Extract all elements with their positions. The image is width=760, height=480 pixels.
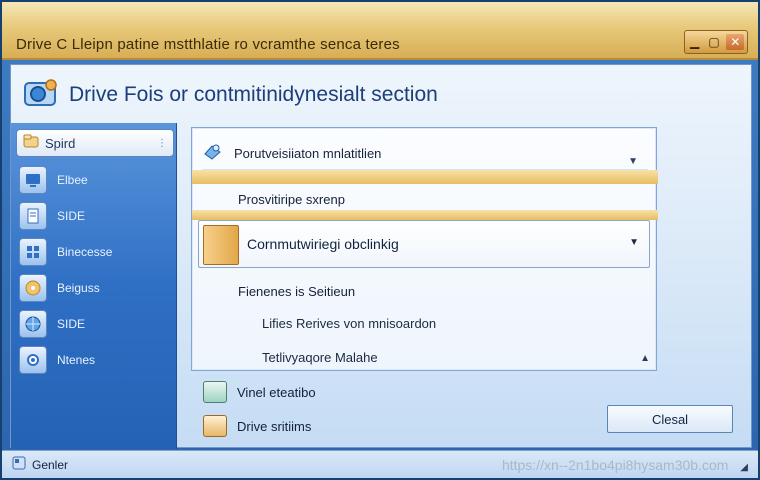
sidebar-item-2[interactable]: Binecesse [19,237,169,267]
disc-icon [19,274,47,302]
drive-icon [202,140,224,167]
bottom-option-1[interactable]: Vinel eteatibo [203,381,316,403]
watermark-text: https://xn--2n1bo4pi8hysam30b.com [501,456,729,473]
watermark-url: https://xn--2n1bo4pi8hysam30b.com ◢ [502,457,748,473]
sidebar-item-4[interactable]: SIDE [19,309,169,339]
combobox-value: Cornmutwiriegi obclinkig [247,236,399,252]
grip-icon: ⋮ [157,138,167,149]
sidebar-item-label: Beiguss [57,281,100,295]
section-label-2: Fienenes is Seitieun [238,284,356,299]
bottom-option-2[interactable]: Drive sritiims [203,415,311,437]
close-button[interactable]: Clesal [607,405,733,433]
document-icon [19,202,47,230]
content-area: Drive Fois or contmitinidynesialt sectio… [10,64,752,449]
scroll-up-icon[interactable]: ▲ [640,353,650,364]
drive-settings-icon [203,415,227,437]
list-item[interactable]: Tetlivyaqore Malahe [262,350,378,365]
monitor-icon [19,166,47,194]
status-label: Genler [32,457,69,472]
sidebar: Spird ⋮ Elbee SIDE Binecesse Beiguss SID… [11,123,177,449]
view-icon [203,381,227,403]
sidebar-item-3[interactable]: Beiguss [19,273,169,303]
bottom-option-label: Vinel eteatibo [237,384,316,400]
section-label-1: Prosvitiripe sxrenp [238,192,345,207]
list-item[interactable]: Lifies Rerives von mnisoardon [262,316,436,331]
sidebar-item-1[interactable]: SIDE [19,201,169,231]
grid-icon [19,238,47,266]
highlight-stripe [192,210,658,220]
folder-icon [23,133,39,154]
search-label: Spird [45,135,76,151]
sidebar-item-5[interactable]: Ntenes [19,345,169,375]
options-panel: Porutveisiiaton mnlatitlien ▼ Prosvitiri… [191,127,658,371]
top-dropdown[interactable]: Porutveisiiaton mnlatitlien ▼ [202,138,648,170]
status-left: Genler [12,456,68,473]
sidebar-search[interactable]: Spird ⋮ [16,129,174,157]
chevron-down-icon: ▼ [628,156,638,167]
status-bar: Genler https://xn--2n1bo4pi8hysam30b.com… [2,450,758,478]
settings-icon [19,346,47,374]
config-combobox[interactable]: Cornmutwiriegi obclinkig ▼ [198,220,650,268]
title-bar: Drive C Lleipn patine mstthlatie ro vcra… [2,2,758,60]
application-window: Drive C Lleipn patine mstthlatie ro vcra… [0,0,760,480]
sidebar-item-label: SIDE [57,317,86,331]
highlight-stripe [192,170,658,184]
sidebar-item-label: Binecesse [57,245,113,259]
sidebar-item-label: Elbee [57,173,88,187]
window-controls: ▁ ▢ ✕ [684,30,748,54]
maximize-button[interactable]: ▢ [707,35,721,49]
bottom-option-label: Drive sritiims [237,418,312,434]
sidebar-item-label: SIDE [57,209,86,223]
drive-header-icon [21,75,61,113]
sidebar-item-label: Ntenes [57,353,96,367]
top-dropdown-label: Porutveisiiaton mnlatitlien [234,146,382,161]
minimize-button[interactable]: ▁ [688,35,702,49]
close-window-button[interactable]: ✕ [726,34,745,50]
page-title: Drive Fois or contmitinidynesialt sectio… [69,83,438,106]
resize-grip-icon[interactable]: ◢ [740,462,748,473]
chevron-down-icon: ▼ [629,237,639,248]
window-title: Drive C Lleipn patine mstthlatie ro vcra… [16,36,400,53]
sidebar-item-0[interactable]: Elbee [19,165,169,195]
globe-icon [19,310,47,338]
folder-stack-icon [203,225,239,265]
status-icon [12,456,26,473]
